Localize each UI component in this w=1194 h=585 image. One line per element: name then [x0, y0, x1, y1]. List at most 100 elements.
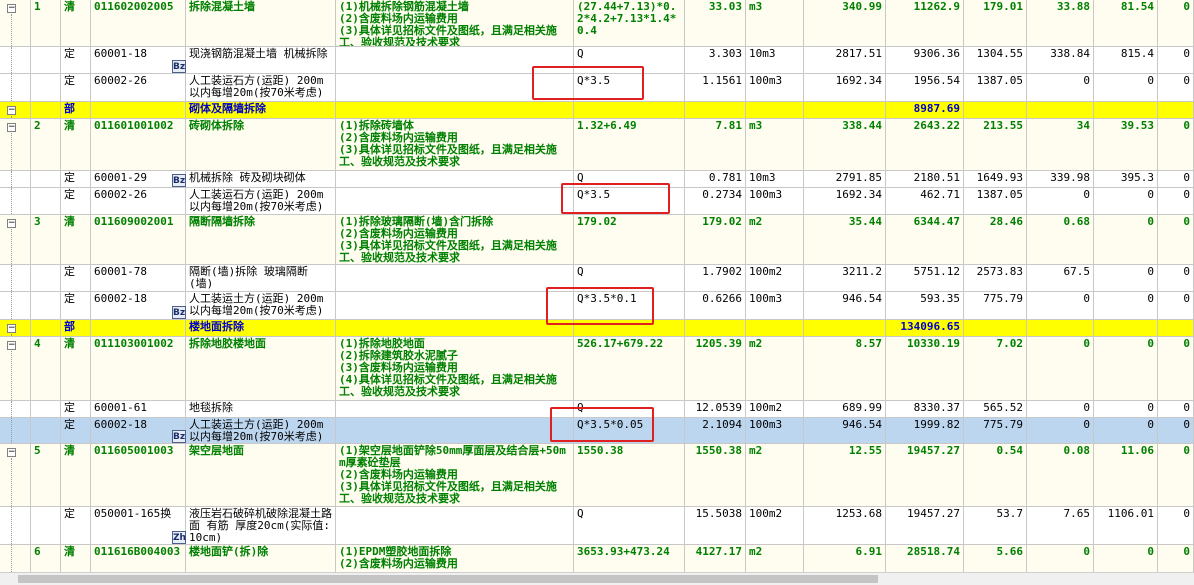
- material-cost-cell[interactable]: 0: [1027, 292, 1094, 320]
- item-features-cell[interactable]: [336, 171, 574, 188]
- row-number-cell[interactable]: 3: [31, 215, 61, 265]
- section-row[interactable]: − 部 砌体及隔墙拆除 8987.69: [0, 102, 1194, 119]
- row-number-cell[interactable]: [31, 507, 61, 545]
- misc-cost-cell[interactable]: [1158, 102, 1194, 119]
- item-name-cell[interactable]: 拆除地胶楼地面: [186, 337, 336, 401]
- total-price-cell[interactable]: 6344.47: [886, 215, 964, 265]
- row-number-cell[interactable]: 5: [31, 444, 61, 507]
- machine-cost-cell[interactable]: 0: [1094, 74, 1158, 102]
- row-type-cell[interactable]: 定: [61, 292, 91, 320]
- total-price-cell[interactable]: 28518.74: [886, 545, 964, 575]
- unit-price-cell[interactable]: [804, 320, 886, 337]
- quantity-cell[interactable]: 12.0539: [685, 401, 746, 418]
- material-cost-cell[interactable]: 339.98: [1027, 171, 1094, 188]
- quantity-cell[interactable]: 2.1094: [685, 418, 746, 444]
- unit-cell[interactable]: 100m3: [746, 292, 804, 320]
- unit-price-cell[interactable]: 35.44: [804, 215, 886, 265]
- quantity-cell[interactable]: 1.1561: [685, 74, 746, 102]
- total-price-cell[interactable]: 8330.37: [886, 401, 964, 418]
- material-cost-cell[interactable]: 33.88: [1027, 0, 1094, 47]
- item-code-cell[interactable]: 60002-26: [91, 188, 186, 215]
- unit-cell[interactable]: m3: [746, 119, 804, 171]
- quantity-cell[interactable]: 7.81: [685, 119, 746, 171]
- row-number-cell[interactable]: 2: [31, 119, 61, 171]
- item-features-cell[interactable]: (1)拆除砖墙体 (2)含废料场内运输费用 (3)具体详见招标文件及图纸，且满足…: [336, 119, 574, 171]
- unit-cell[interactable]: 10m3: [746, 47, 804, 74]
- row-type-cell[interactable]: 清: [61, 444, 91, 507]
- labor-cost-cell[interactable]: 1387.05: [964, 188, 1027, 215]
- item-features-cell[interactable]: [336, 418, 574, 444]
- row-number-cell[interactable]: [31, 265, 61, 292]
- machine-cost-cell[interactable]: 0: [1094, 265, 1158, 292]
- row-type-cell[interactable]: 定: [61, 188, 91, 215]
- bill-item-row[interactable]: − 5 清 011605001003 架空层地面 (1)架空层地面铲除50mm厚面层及结合…: [0, 444, 1194, 507]
- misc-cost-cell[interactable]: 0: [1158, 418, 1194, 444]
- quantity-expression-cell[interactable]: Q: [574, 507, 685, 545]
- quantity-expression-cell[interactable]: 1.32+6.49: [574, 119, 685, 171]
- collapse-icon[interactable]: −: [7, 448, 16, 457]
- quantity-expression-cell[interactable]: 3653.93+473.24: [574, 545, 685, 575]
- total-price-cell[interactable]: 11262.9: [886, 0, 964, 47]
- unit-cell[interactable]: 100m2: [746, 401, 804, 418]
- item-features-cell[interactable]: (1)EPDM塑胶地面拆除 (2)含废料场内运输费用: [336, 545, 574, 575]
- collapse-icon[interactable]: −: [7, 324, 16, 333]
- row-type-cell[interactable]: 清: [61, 337, 91, 401]
- item-features-cell[interactable]: [336, 292, 574, 320]
- item-name-cell[interactable]: 地毯拆除: [186, 401, 336, 418]
- total-price-cell[interactable]: 10330.19: [886, 337, 964, 401]
- row-type-cell[interactable]: 部: [61, 320, 91, 337]
- quantity-cell[interactable]: 0.781: [685, 171, 746, 188]
- misc-cost-cell[interactable]: [1158, 320, 1194, 337]
- unit-price-cell[interactable]: 8.57: [804, 337, 886, 401]
- bill-item-row[interactable]: 6 清 011616B004003 楼地面铲(拆)除 (1)EPDM塑胶地面拆除 (2)…: [0, 545, 1194, 575]
- item-features-cell[interactable]: [336, 507, 574, 545]
- total-price-cell[interactable]: 19457.27: [886, 507, 964, 545]
- unit-price-cell[interactable]: 1692.34: [804, 188, 886, 215]
- material-cost-cell[interactable]: 0: [1027, 188, 1094, 215]
- unit-price-cell[interactable]: 1253.68: [804, 507, 886, 545]
- total-price-cell[interactable]: 593.35: [886, 292, 964, 320]
- labor-cost-cell[interactable]: 1649.93: [964, 171, 1027, 188]
- unit-price-cell[interactable]: 338.44: [804, 119, 886, 171]
- row-number-cell[interactable]: [31, 74, 61, 102]
- rate-row[interactable]: 定 050001-165换 液压岩石破碎机破除混凝土路面 有筋 厚度20cm(实际值…: [0, 507, 1194, 545]
- labor-cost-cell[interactable]: 775.79: [964, 292, 1027, 320]
- unit-price-cell[interactable]: 2791.85: [804, 171, 886, 188]
- item-features-cell[interactable]: (1)拆除地胶地面 (2)拆除建筑胶水泥腻子 (3)含废料场内运输费用 (4)具…: [336, 337, 574, 401]
- item-features-cell[interactable]: (1)架空层地面铲除50mm厚面层及结合层+50mm厚素砼垫层 (2)含废料场内…: [336, 444, 574, 507]
- unit-cell[interactable]: 100m2: [746, 265, 804, 292]
- quantity-cell[interactable]: 0.2734: [685, 188, 746, 215]
- labor-cost-cell[interactable]: [964, 102, 1027, 119]
- item-name-cell[interactable]: 液压岩石破碎机破除混凝土路面 有筋 厚度20cm(实际值:10cm): [186, 507, 336, 545]
- quantity-cell[interactable]: [685, 102, 746, 119]
- machine-cost-cell[interactable]: 0: [1094, 188, 1158, 215]
- collapse-icon[interactable]: −: [7, 219, 16, 228]
- row-type-cell[interactable]: 定: [61, 171, 91, 188]
- unit-cell[interactable]: [746, 102, 804, 119]
- item-name-cell[interactable]: 砌体及隔墙拆除: [186, 102, 336, 119]
- item-features-cell[interactable]: [336, 401, 574, 418]
- item-name-cell[interactable]: 人工装运石方(运距) 200m以内每增20m(按70米考虑): [186, 74, 336, 102]
- unit-cell[interactable]: m2: [746, 215, 804, 265]
- machine-cost-cell[interactable]: 815.4: [1094, 47, 1158, 74]
- unit-cell[interactable]: m2: [746, 337, 804, 401]
- unit-cell[interactable]: 100m2: [746, 507, 804, 545]
- labor-cost-cell[interactable]: 1304.55: [964, 47, 1027, 74]
- item-name-cell[interactable]: 人工装运石方(运距) 200m以内每增20m(按70米考虑): [186, 188, 336, 215]
- machine-cost-cell[interactable]: 81.54: [1094, 0, 1158, 47]
- item-code-cell[interactable]: 60001-78: [91, 265, 186, 292]
- labor-cost-cell[interactable]: 28.46: [964, 215, 1027, 265]
- unit-price-cell[interactable]: 2817.51: [804, 47, 886, 74]
- machine-cost-cell[interactable]: [1094, 320, 1158, 337]
- item-code-cell[interactable]: 011103001002: [91, 337, 186, 401]
- row-number-cell[interactable]: [31, 418, 61, 444]
- labor-cost-cell[interactable]: 7.02: [964, 337, 1027, 401]
- material-cost-cell[interactable]: 7.65: [1027, 507, 1094, 545]
- unit-price-cell[interactable]: 689.99: [804, 401, 886, 418]
- quantity-cell[interactable]: 15.5038: [685, 507, 746, 545]
- labor-cost-cell[interactable]: 2573.83: [964, 265, 1027, 292]
- total-price-cell[interactable]: 134096.65: [886, 320, 964, 337]
- item-code-cell[interactable]: [91, 320, 186, 337]
- item-code-cell[interactable]: 011605001003: [91, 444, 186, 507]
- misc-cost-cell[interactable]: 0: [1158, 74, 1194, 102]
